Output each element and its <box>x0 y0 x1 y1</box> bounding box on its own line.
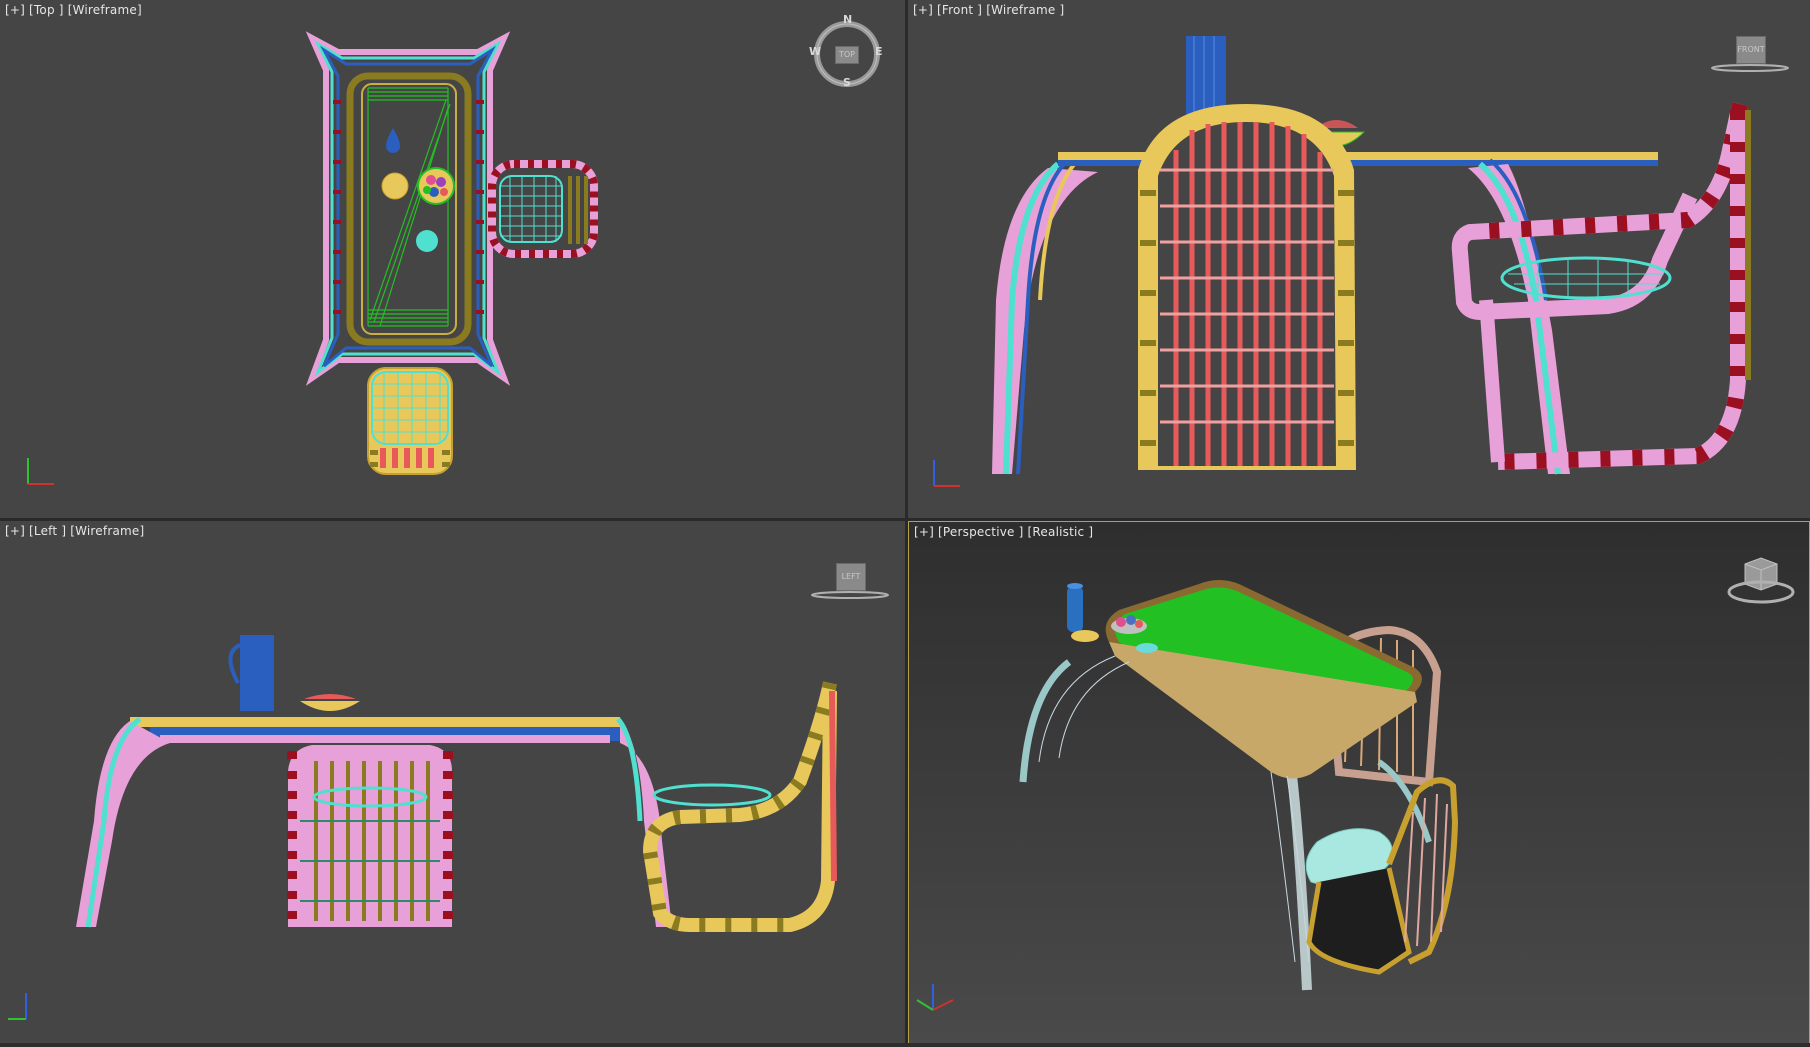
compass-north: N <box>843 13 853 26</box>
viewcube-ring-icon <box>811 591 889 599</box>
viewcube-top[interactable]: TOP N S E W <box>809 13 883 90</box>
viewport-perspective[interactable]: [+] [Perspective ] [Realistic ] <box>908 521 1810 1047</box>
viewport-divider-vertical[interactable] <box>905 0 908 1047</box>
viewport-top[interactable]: [+] [Top ] [Wireframe] TOP N S E W <box>0 0 905 518</box>
front-wireframe-scene <box>933 36 1751 487</box>
viewcube-3d-icon <box>1727 557 1795 604</box>
viewcube-perspective[interactable] <box>1717 552 1797 612</box>
compass-south: S <box>843 76 851 89</box>
compass-east: E <box>875 45 883 58</box>
viewcube-front[interactable]: FRONT <box>1706 34 1790 74</box>
viewcube-face-top[interactable]: TOP <box>835 46 859 64</box>
compass-west: W <box>809 45 822 58</box>
bottom-strip <box>0 1043 1810 1047</box>
viewport-front[interactable]: [+] [Front ] [Wireframe ] FRONT <box>908 0 1810 518</box>
perspective-realistic-scene <box>916 580 1459 1011</box>
viewcube-left[interactable]: LEFT <box>806 561 890 601</box>
viewcube-ring-icon <box>1711 64 1789 72</box>
left-wireframe-scene <box>8 635 837 1020</box>
viewport-left[interactable]: [+] [Left ] [Wireframe] LEFT <box>0 521 905 1047</box>
viewport-divider-horizontal[interactable] <box>0 518 1810 521</box>
top-wireframe-scene <box>27 31 598 485</box>
